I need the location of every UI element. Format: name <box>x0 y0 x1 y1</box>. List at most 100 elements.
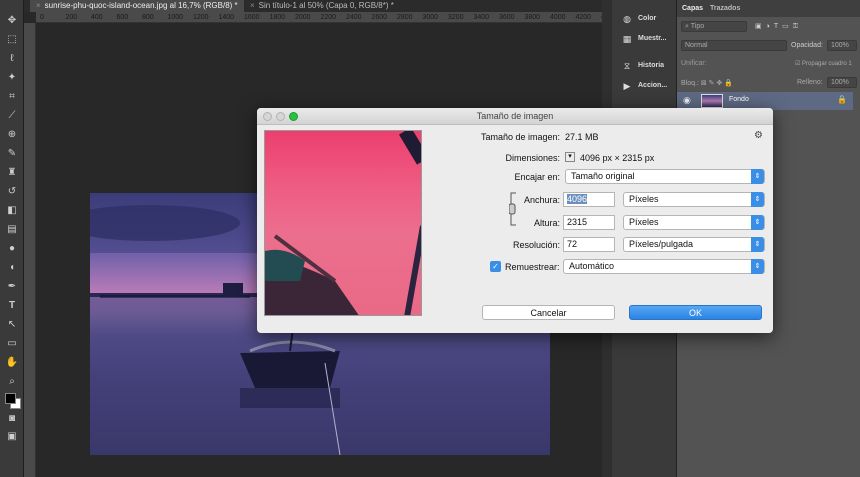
lasso-tool-icon[interactable]: ℓ <box>4 52 20 66</box>
layer-filter-icons[interactable]: ▣◑T▭⚿ <box>755 22 856 31</box>
filter-value: Tipo <box>690 23 705 30</box>
layer-name: Fondo <box>729 96 749 103</box>
opacity-field[interactable]: 100% <box>827 40 857 51</box>
ruler-tick-label: 2400 <box>346 14 362 21</box>
propagate-frame-option[interactable]: ☑ Propagar cuadro 1 <box>795 60 856 67</box>
ruler-tick-label: 1800 <box>269 14 286 21</box>
fit-to-value: Tamaño original <box>571 171 635 181</box>
tab-paths[interactable]: Trazados <box>710 5 740 12</box>
height-unit-value: Píxeles <box>629 217 659 227</box>
layer-filter-select[interactable]: ⌕ Tipo <box>681 21 747 32</box>
fit-to-select[interactable]: Tamaño original ⇕ <box>565 169 765 184</box>
chevron-up-down-icon: ⇕ <box>751 259 764 274</box>
screen-mode-icon[interactable]: ▣ <box>4 430 20 444</box>
document-tab[interactable]: × sunrise-phu-quoc-island-ocean.jpg al 16… <box>30 0 244 12</box>
ruler-tick-label: 600 <box>116 14 129 21</box>
hand-tool-icon[interactable]: ✋ <box>4 356 20 370</box>
lock-icons[interactable]: ⊠ ✎ ✥ 🔒 <box>701 80 733 87</box>
resolution-input[interactable]: 72 <box>563 237 615 252</box>
cancel-label: Cancelar <box>530 308 567 318</box>
opacity-value: 100% <box>831 42 849 49</box>
gradient-tool-icon[interactable]: ▤ <box>4 223 20 237</box>
ruler-tick-label: 400 <box>91 14 103 21</box>
image-preview[interactable] <box>264 130 422 316</box>
crop-tool-icon[interactable]: ⌗ <box>4 90 20 104</box>
layer-lock-icon: 🔒 <box>837 95 847 104</box>
resolution-unit-select[interactable]: Píxeles/pulgada ⇕ <box>623 237 765 252</box>
fit-to-label: Encajar en: <box>514 172 560 182</box>
actions-icon: ▶ <box>623 81 631 91</box>
ruler-tick-label: 2600 <box>371 14 388 21</box>
close-icon[interactable]: × <box>250 1 255 10</box>
image-size-dialog: Tamaño de imagen Tamaño de imagen: 27.1 … <box>257 108 773 333</box>
dock-item-color[interactable]: ◍ Color <box>612 9 677 31</box>
width-input[interactable]: 4096 <box>563 192 615 207</box>
horizontal-ruler: 0 200 400 600 800 1000 1200 1400 1600 1800 2000 220… <box>36 12 617 23</box>
healing-tool-icon[interactable]: ⊕ <box>4 128 20 142</box>
type-tool-icon[interactable]: T <box>4 299 20 313</box>
dodge-tool-icon[interactable]: ◖ <box>4 261 20 275</box>
height-input[interactable]: 2315 <box>563 215 615 230</box>
chevron-up-down-icon: ⇕ <box>751 237 764 252</box>
layer-thumbnail <box>701 94 723 108</box>
history-brush-tool-icon[interactable]: ↺ <box>4 185 20 199</box>
zoom-tool-icon[interactable]: ⌕ <box>4 375 20 389</box>
dock-item-history[interactable]: ⧖ Historia <box>612 56 677 78</box>
dimensions-value: 4096 px × 2315 px <box>580 153 655 163</box>
minimize-window-icon[interactable] <box>276 112 285 121</box>
brush-tool-icon[interactable]: ✎ <box>4 147 20 161</box>
width-unit-value: Píxeles <box>629 194 659 204</box>
blend-mode-value: Normal <box>685 42 708 49</box>
dialog-titlebar: Tamaño de imagen <box>257 108 773 125</box>
height-unit-select[interactable]: Píxeles ⇕ <box>623 215 765 230</box>
width-unit-select[interactable]: Píxeles ⇕ <box>623 192 765 207</box>
tab-layers[interactable]: Capas <box>682 5 703 12</box>
fill-value: 100% <box>831 79 849 86</box>
blend-mode-select[interactable]: Normal <box>681 40 787 51</box>
fill-field[interactable]: 100% <box>827 77 857 88</box>
color-icon: ◍ <box>623 14 631 24</box>
swatches-icon: ▦ <box>622 34 632 44</box>
resample-checkbox[interactable]: ✓ <box>490 261 501 272</box>
document-tab[interactable]: × Sin título-1 al 50% (Capa 0, RGB/8*) * <box>244 0 400 12</box>
path-selection-tool-icon[interactable]: ↖ <box>4 318 20 332</box>
visibility-eye-icon[interactable]: ◉ <box>683 95 691 106</box>
settings-gear-icon[interactable]: ⚙ <box>754 130 763 141</box>
lock-label: Bloq.: <box>681 80 699 87</box>
cancel-button[interactable]: Cancelar <box>482 305 615 320</box>
eyedropper-tool-icon[interactable]: ⟋ <box>4 109 20 123</box>
resample-select[interactable]: Automático ⇕ <box>563 259 765 274</box>
close-icon[interactable]: × <box>36 1 41 10</box>
move-tool-icon[interactable]: ✥ <box>4 14 20 28</box>
ruler-tick-label: 3200 <box>448 14 464 21</box>
ruler-tick-label: 4000 <box>550 14 566 21</box>
pen-tool-icon[interactable]: ✒ <box>4 280 20 294</box>
close-window-icon[interactable] <box>263 112 272 121</box>
dimensions-unit-dropdown-icon[interactable]: ▾ <box>565 152 575 162</box>
ok-label: OK <box>688 308 702 318</box>
dock-item-label: Color <box>638 15 657 22</box>
ruler-tick-label: 1000 <box>167 14 184 21</box>
marquee-tool-icon[interactable]: ⬚ <box>4 33 20 47</box>
tools-panel: ✥ ⬚ ℓ ✦ ⌗ ⟋ ⊕ ✎ ♜ ↺ ◧ ▤ ● ◖ ✒ T ↖ ▭ ✋ ⌕ … <box>0 0 24 477</box>
eraser-tool-icon[interactable]: ◧ <box>4 204 20 218</box>
dock-item-swatches[interactable]: ▦ Muestr... <box>612 29 677 51</box>
ruler-tick-label: 2800 <box>397 14 413 21</box>
ruler-tick-label: 1400 <box>218 14 235 21</box>
magic-wand-tool-icon[interactable]: ✦ <box>4 71 20 85</box>
stamp-tool-icon[interactable]: ♜ <box>4 166 20 180</box>
ruler-tick-label: 4200 <box>575 14 592 21</box>
shape-tool-icon[interactable]: ▭ <box>4 337 20 351</box>
quick-mask-icon[interactable]: ◙ <box>4 412 20 426</box>
blur-tool-icon[interactable]: ● <box>4 242 20 256</box>
tab-label: Sin título-1 al 50% (Capa 0, RGB/8*) * <box>258 1 394 10</box>
history-icon: ⧖ <box>623 61 631 71</box>
resolution-label: Resolución: <box>512 240 560 250</box>
foreground-color-swatch[interactable] <box>5 393 16 404</box>
dock-item-label: Muestr... <box>638 35 667 42</box>
width-label: Anchura: <box>523 195 560 205</box>
ruler-tick-label: 3800 <box>524 14 541 21</box>
zoom-window-icon[interactable] <box>289 112 298 121</box>
ok-button[interactable]: OK <box>629 305 762 320</box>
dock-item-actions[interactable]: ▶ Accion... <box>612 76 677 98</box>
